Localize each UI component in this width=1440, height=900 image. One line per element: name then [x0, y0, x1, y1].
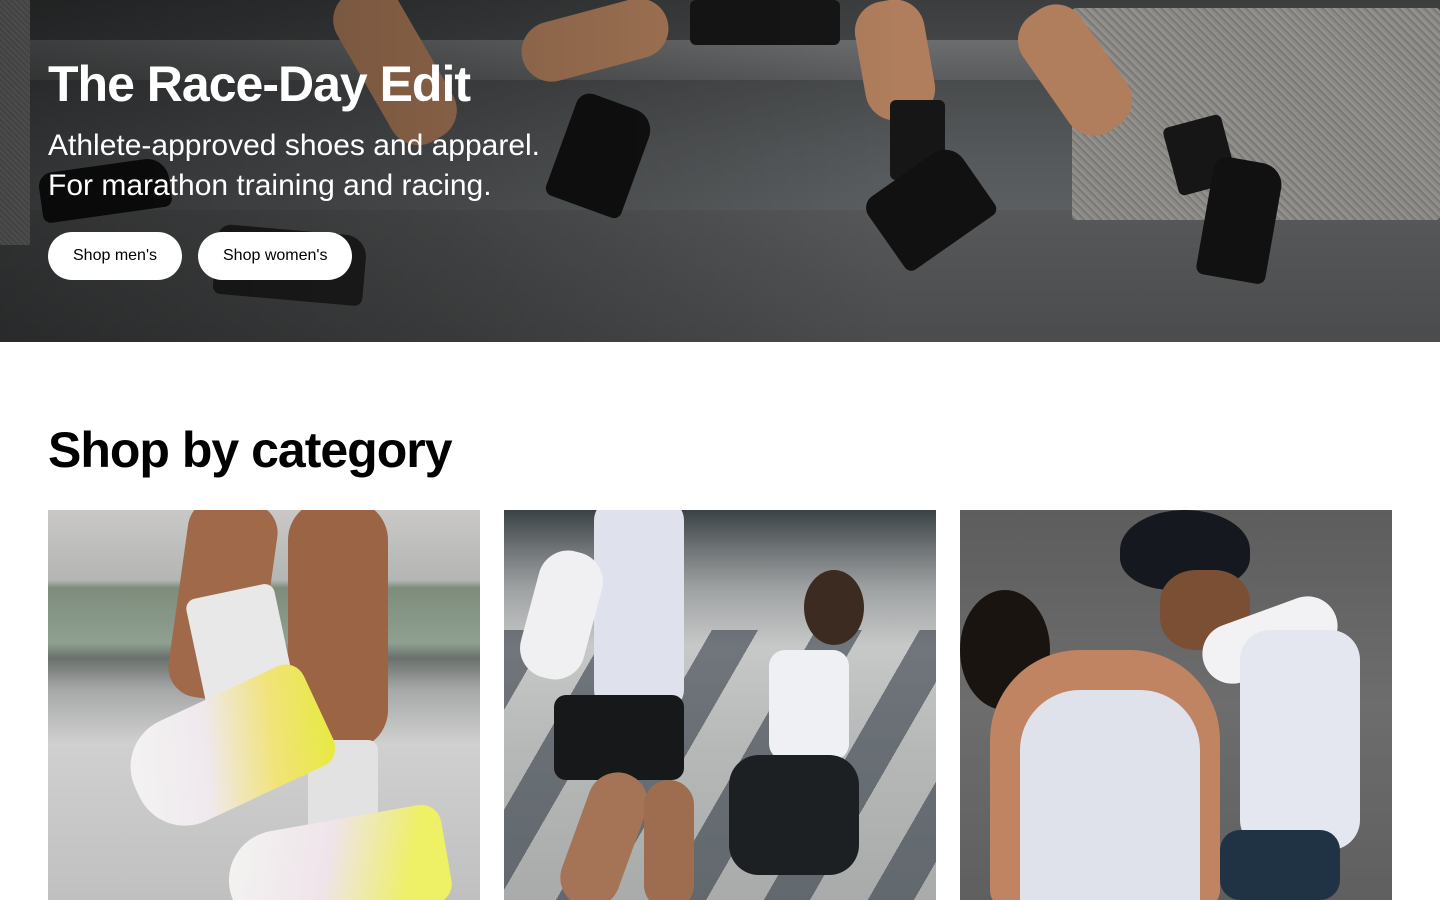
shop-womens-button[interactable]: Shop women's	[198, 232, 353, 280]
hero-content: The Race-Day Edit Athlete-approved shoes…	[48, 56, 540, 280]
hero-buttons: Shop men's Shop women's	[48, 232, 540, 280]
category-card-shoes[interactable]	[48, 510, 480, 900]
card-image-tank	[1240, 630, 1360, 850]
card-image-runner-shorts	[554, 695, 684, 780]
card-image-shorts	[1220, 830, 1340, 900]
category-heading: Shop by category	[48, 422, 453, 478]
card-image-runner-top	[769, 650, 849, 760]
hero-subtitle-line1: Athlete-approved shoes and apparel.	[48, 129, 541, 162]
card-image-runner-head	[804, 570, 864, 645]
hero-subtitle-line2: For marathon training and racing.	[48, 169, 492, 202]
category-cards	[48, 510, 1392, 900]
hero-subtitle: Athlete-approved shoes and apparel. For …	[48, 126, 540, 206]
card-image-runner-shorts	[729, 755, 859, 875]
hero-title: The Race-Day Edit	[48, 56, 471, 112]
category-card-apparel[interactable]	[504, 510, 936, 900]
category-card-athletes[interactable]	[960, 510, 1392, 900]
card-image-tank-back	[1020, 690, 1200, 900]
hero-banner: The Race-Day Edit Athlete-approved shoes…	[0, 0, 1440, 342]
card-image-runner-leg	[644, 780, 694, 900]
card-image-runner-torso	[594, 510, 684, 710]
shop-mens-button[interactable]: Shop men's	[48, 232, 182, 280]
